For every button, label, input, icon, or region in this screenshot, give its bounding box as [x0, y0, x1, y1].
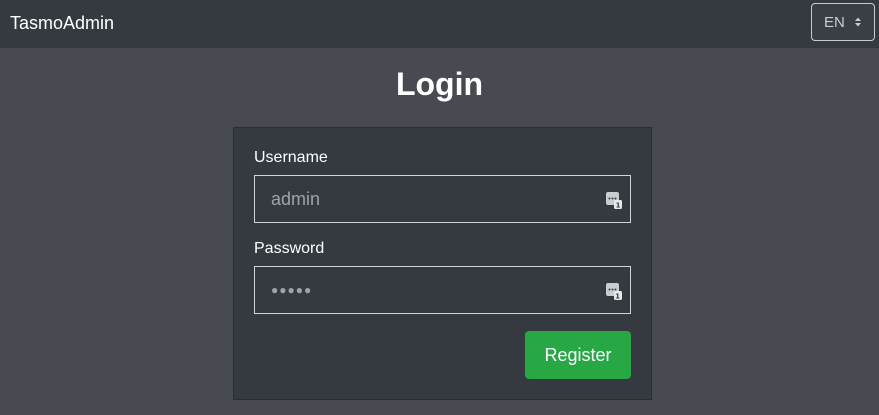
svg-text:1: 1: [615, 293, 621, 301]
autofill-icon[interactable]: 1: [606, 191, 622, 209]
username-value: admin: [271, 189, 321, 209]
username-label: Username: [254, 149, 328, 166]
username-input[interactable]: admin 1: [254, 175, 631, 223]
svg-text:1: 1: [616, 202, 621, 210]
language-select[interactable]: EN: [811, 3, 875, 41]
app-brand[interactable]: TasmoAdmin: [10, 12, 114, 34]
page-title: Login: [395, 66, 484, 102]
autofill-icon[interactable]: 1: [606, 282, 622, 300]
language-selected-value: EN: [824, 14, 845, 31]
password-input[interactable]: ●●●●● 1: [254, 266, 631, 314]
login-card: Username admin 1 Password ●●●●● 1 Regist…: [233, 127, 652, 400]
top-navbar: TasmoAdmin EN: [0, 0, 879, 48]
password-mask: ●●●●●: [271, 283, 313, 297]
register-button[interactable]: Register: [525, 331, 631, 379]
select-arrows-icon: [855, 17, 861, 27]
password-label: Password: [254, 240, 325, 257]
